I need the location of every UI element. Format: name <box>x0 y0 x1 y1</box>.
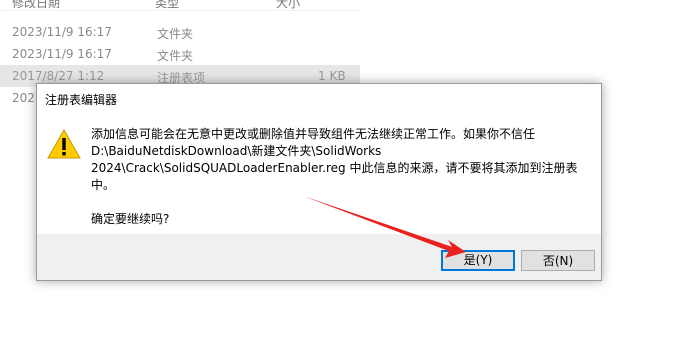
file-date: 2023/11/9 16:17 <box>12 25 112 39</box>
file-row[interactable]: 2023/11/9 16:17 文件夹 <box>0 43 360 65</box>
yes-button[interactable]: 是(Y) <box>441 250 515 271</box>
registry-editor-dialog: 注册表编辑器 添加信息可能会在无意中更改或删除值并导致组件无法继续正常工作。如果… <box>36 83 602 281</box>
dialog-title: 注册表编辑器 <box>45 93 118 107</box>
column-header-size[interactable]: 大小 <box>276 0 300 11</box>
column-header-type[interactable]: 类型 <box>155 0 179 11</box>
file-size: 1 KB <box>318 69 346 83</box>
warning-icon <box>47 128 81 159</box>
message-line: 中。 <box>91 178 116 192</box>
confirm-question: 确定要继续吗? <box>91 212 170 226</box>
file-type: 文件夹 <box>157 27 194 41</box>
file-type: 文件夹 <box>157 49 194 63</box>
file-date: 202 <box>12 91 35 105</box>
dialog-titlebar[interactable]: 注册表编辑器 <box>37 84 601 112</box>
message-line: 2024\Crack\SolidSQUADLoaderEnabler.reg 中… <box>91 161 578 175</box>
dialog-content: 添加信息可能会在无意中更改或删除值并导致组件无法继续正常工作。如果你不信任 D:… <box>37 112 601 234</box>
message-line: 添加信息可能会在无意中更改或删除值并导致组件无法继续正常工作。如果你不信任 <box>91 127 536 141</box>
file-date: 2017/8/27 1:12 <box>12 69 105 83</box>
file-date: 2023/11/9 16:17 <box>12 47 112 61</box>
column-headers: 修改日期 类型 大小 <box>0 0 360 11</box>
message-line: D:\BaiduNetdiskDownload\新建文件夹\SolidWorks <box>91 144 382 158</box>
column-header-date[interactable]: 修改日期 <box>12 0 60 11</box>
no-button[interactable]: 否(N) <box>521 250 595 271</box>
dialog-message: 添加信息可能会在无意中更改或删除值并导致组件无法继续正常工作。如果你不信任 D:… <box>91 126 578 194</box>
file-row[interactable]: 2023/11/9 16:17 文件夹 <box>0 21 360 43</box>
